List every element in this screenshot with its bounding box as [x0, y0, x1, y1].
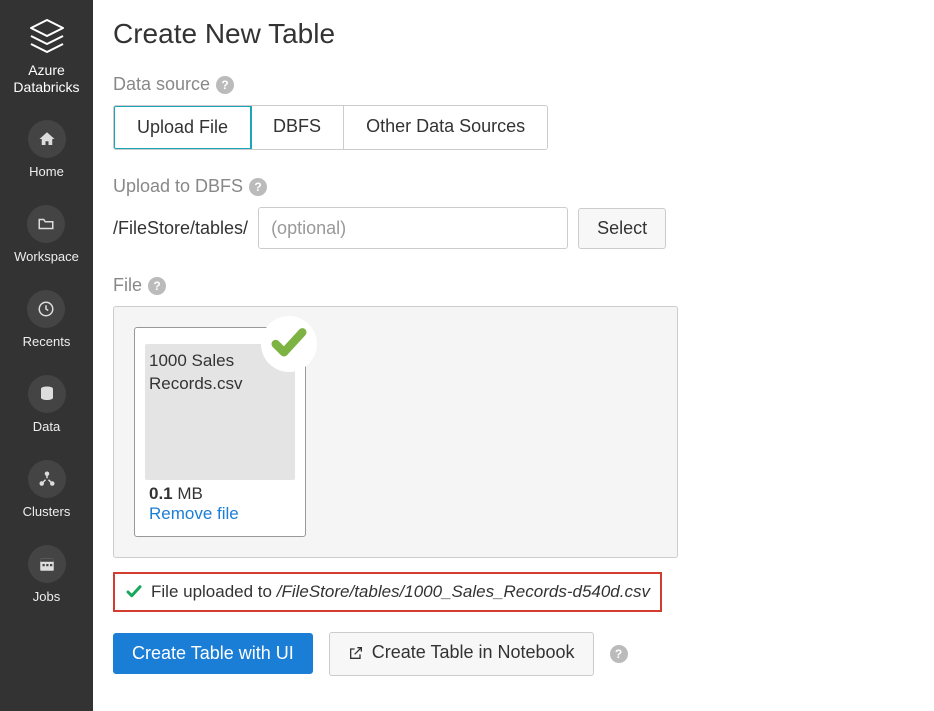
clock-icon	[27, 290, 65, 328]
file-label: File ?	[113, 275, 914, 296]
create-table-notebook-button[interactable]: Create Table in Notebook	[329, 632, 594, 676]
upload-path-row: /FileStore/tables/ Select	[113, 207, 914, 249]
sidebar-item-label: Clusters	[23, 504, 71, 519]
databricks-logo-icon	[27, 18, 67, 54]
sidebar-item-jobs[interactable]: Jobs	[28, 545, 66, 604]
sidebar-item-label: Workspace	[14, 249, 79, 264]
data-source-tabs: Upload File DBFS Other Data Sources	[113, 105, 548, 150]
upload-dbfs-label: Upload to DBFS ?	[113, 176, 914, 197]
tab-other-sources[interactable]: Other Data Sources	[344, 106, 547, 149]
calendar-icon	[28, 545, 66, 583]
help-icon[interactable]: ?	[216, 76, 234, 94]
file-dropzone[interactable]: 1000 Sales Records.csv 0.1 MB Remove fil…	[113, 306, 678, 558]
sidebar-item-recents[interactable]: Recents	[23, 290, 71, 349]
cluster-icon	[28, 460, 66, 498]
upload-path-prefix: /FileStore/tables/	[113, 218, 248, 239]
sidebar-item-label: Data	[33, 419, 60, 434]
file-size: 0.1 MB	[145, 484, 295, 504]
sidebar-item-clusters[interactable]: Clusters	[23, 460, 71, 519]
sidebar-item-home[interactable]: Home	[28, 120, 66, 179]
create-table-ui-button[interactable]: Create Table with UI	[113, 633, 313, 674]
sidebar-item-data[interactable]: Data	[28, 375, 66, 434]
uploaded-file-path: /FileStore/tables/1000_Sales_Records-d54…	[277, 582, 650, 601]
upload-status-message: File uploaded to /FileStore/tables/1000_…	[113, 572, 662, 612]
sidebar: Azure Databricks Home Workspace Recents …	[0, 0, 93, 711]
upload-path-input[interactable]	[258, 207, 568, 249]
sidebar-item-label: Recents	[23, 334, 71, 349]
data-source-label: Data source ?	[113, 74, 914, 95]
help-icon[interactable]: ?	[249, 178, 267, 196]
brand-logo[interactable]: Azure Databricks	[0, 18, 93, 96]
main-content: Create New Table Data source ? Upload Fi…	[93, 0, 934, 711]
external-link-icon	[348, 645, 364, 661]
check-icon	[125, 583, 143, 601]
sidebar-item-workspace[interactable]: Workspace	[14, 205, 79, 264]
file-name: 1000 Sales Records.csv	[145, 344, 295, 484]
action-buttons: Create Table with UI Create Table in Not…	[113, 632, 914, 676]
tab-upload-file[interactable]: Upload File	[113, 105, 252, 150]
sidebar-item-label: Home	[29, 164, 64, 179]
uploaded-file-card: 1000 Sales Records.csv 0.1 MB Remove fil…	[134, 327, 306, 537]
brand-label: Azure Databricks	[0, 62, 93, 96]
help-icon[interactable]: ?	[148, 277, 166, 295]
page-title: Create New Table	[113, 18, 914, 50]
sidebar-item-label: Jobs	[33, 589, 60, 604]
folder-icon	[27, 205, 65, 243]
help-icon[interactable]: ?	[610, 645, 628, 663]
home-icon	[28, 120, 66, 158]
database-icon	[28, 375, 66, 413]
tab-dbfs[interactable]: DBFS	[251, 106, 344, 149]
remove-file-link[interactable]: Remove file	[145, 504, 295, 524]
select-button[interactable]: Select	[578, 208, 666, 249]
